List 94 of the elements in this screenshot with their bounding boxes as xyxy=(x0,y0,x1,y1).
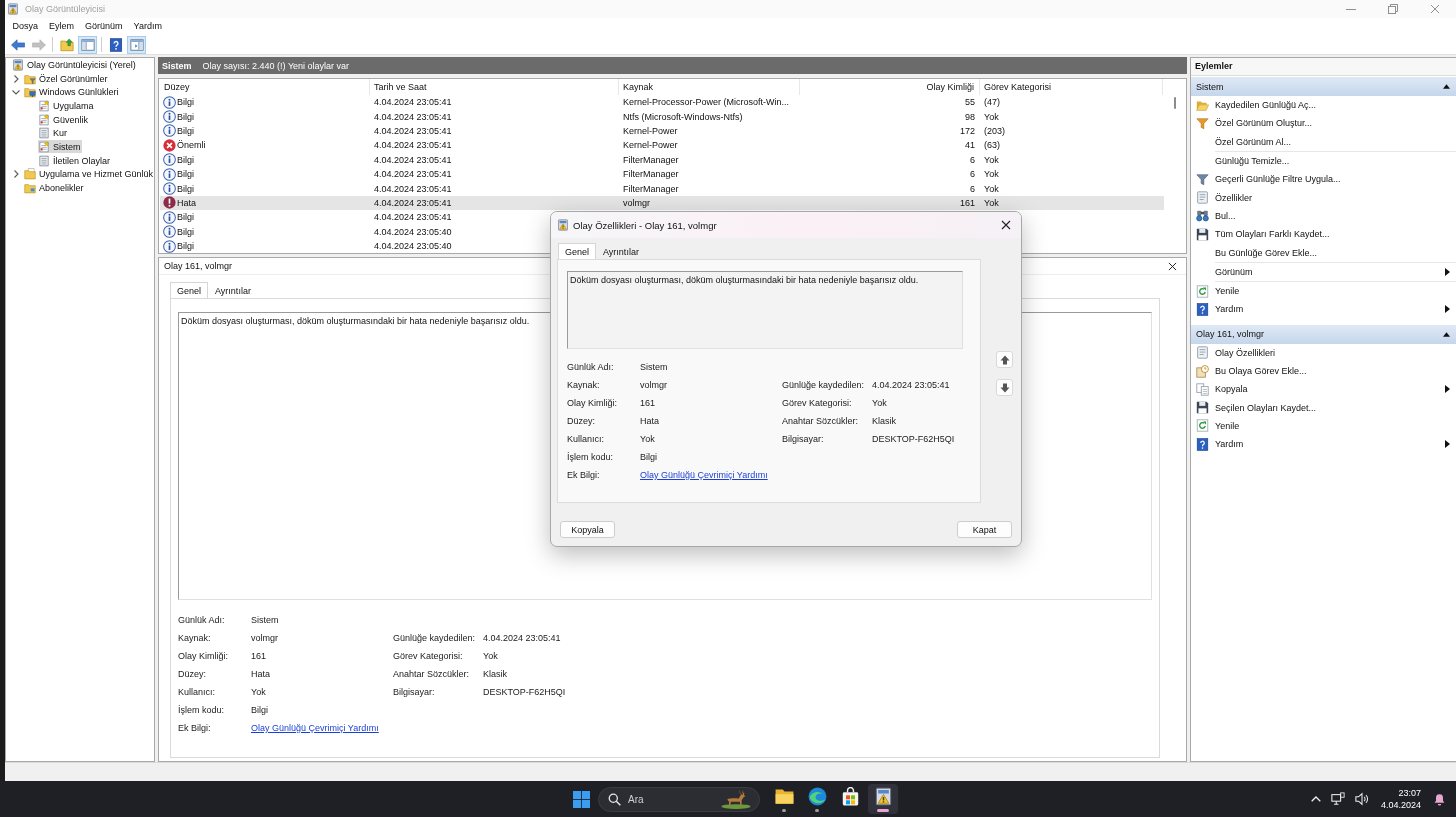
table-cell: FilterManager xyxy=(623,169,679,180)
table-cell: Bilgi xyxy=(177,111,194,122)
field-label: Bilgisayar: xyxy=(782,434,824,444)
field-label: Kaynak: xyxy=(178,633,211,643)
field-value: Hata xyxy=(640,416,659,426)
field-label: Olay Kimliği: xyxy=(567,398,617,408)
table-cell: 4.04.2024 23:05:41 xyxy=(374,183,452,194)
field-label: Günlüğe kaydedilen: xyxy=(393,633,476,643)
table-cell: Yok xyxy=(984,154,999,165)
table-cell: Önemli xyxy=(177,140,206,151)
field-value: volmgr xyxy=(640,380,667,390)
field-label: Anahtar Sözcükler: xyxy=(393,669,470,679)
field-value: Bilgi xyxy=(251,705,268,715)
field-value: Klasik xyxy=(872,416,896,426)
field-value: Yok xyxy=(640,434,655,444)
field-label: Düzey: xyxy=(567,416,595,426)
field-value: DESKTOP-F62H5QI xyxy=(483,687,566,697)
field-label: Kaynak: xyxy=(567,380,600,390)
field-label: İşlem kodu: xyxy=(178,705,225,715)
table-cell: Yok xyxy=(984,183,999,194)
table-cell: FilterManager xyxy=(623,154,679,165)
table-cell: 55 xyxy=(965,97,975,108)
table-cell: Hata xyxy=(177,197,196,208)
window-title: Olay Görüntüleyicisi xyxy=(25,4,107,14)
dialog-title: Olay Özellikleri - Olay 161, volmgr xyxy=(573,219,718,231)
field-label: İşlem kodu: xyxy=(567,452,614,462)
table-cell: 172 xyxy=(959,125,975,136)
field-label: Ek Bilgi: xyxy=(178,723,211,733)
field-label: Ek Bilgi: xyxy=(567,470,600,480)
field-label: Günlük Adı: xyxy=(567,362,614,372)
field-label: Düzey: xyxy=(178,669,206,679)
log-title: Sistem xyxy=(162,60,192,71)
field-label: Kullanıcı: xyxy=(178,687,216,697)
table-cell: Kernel-Power xyxy=(623,140,678,151)
table-cell: 6 xyxy=(970,169,975,180)
field-value: Sistem xyxy=(251,615,279,625)
field-value: 161 xyxy=(251,651,267,661)
table-cell: Bilgi xyxy=(177,154,194,165)
table-cell: Bilgi xyxy=(177,169,194,180)
table-cell: Bilgi xyxy=(177,241,194,252)
table-cell: Ntfs (Microsoft-Windows-Ntfs) xyxy=(623,111,743,122)
table-cell: 6 xyxy=(970,154,975,165)
pane-title: Olay 161, volmgr xyxy=(164,261,234,271)
table-cell: 4.04.2024 23:05:40 xyxy=(374,226,452,237)
table-cell: Yok xyxy=(984,169,999,180)
table-cell: 98 xyxy=(965,111,975,122)
field-label: Günlüğe kaydedilen: xyxy=(782,380,865,390)
table-cell: Bilgi xyxy=(177,226,194,237)
table-cell: 4.04.2024 23:05:41 xyxy=(374,125,452,136)
field-label: Görev Kategorisi: xyxy=(393,651,463,661)
table-cell: Bilgi xyxy=(177,183,194,194)
table-cell: Kernel-Power xyxy=(623,125,678,136)
field-value: volmgr xyxy=(251,633,278,643)
table-cell: 4.04.2024 23:05:41 xyxy=(374,197,452,208)
table-cell: 4.04.2024 23:05:41 xyxy=(374,212,452,223)
field-label: Kullanıcı: xyxy=(567,434,605,444)
table-cell: 41 xyxy=(965,140,975,151)
table-cell: Bilgi xyxy=(177,125,194,136)
table-cell: Yok xyxy=(984,197,999,208)
table-cell: 161 xyxy=(959,197,975,208)
table-cell: 4.04.2024 23:05:41 xyxy=(374,154,452,165)
field-value: Bilgi xyxy=(640,452,657,462)
field-value: Yok xyxy=(872,398,887,408)
field-value: 161 xyxy=(640,398,656,408)
field-value: Yok xyxy=(251,687,266,697)
table-cell: 4.04.2024 23:05:41 xyxy=(374,111,452,122)
table-cell: Bilgi xyxy=(177,212,194,223)
field-value: Yok xyxy=(483,651,498,661)
field-value: Sistem xyxy=(640,362,668,372)
field-label: Görev Kategorisi: xyxy=(782,398,852,408)
table-cell: FilterManager xyxy=(623,183,679,194)
field-label: Anahtar Sözcükler: xyxy=(782,416,859,426)
table-cell: (47) xyxy=(984,97,1000,108)
table-cell: Kernel-Processor-Power (Microsoft-Win... xyxy=(623,97,790,108)
table-cell: volmgr xyxy=(623,197,650,208)
field-value: Hata xyxy=(251,669,270,679)
field-value: Klasik xyxy=(483,669,507,679)
table-cell: Yok xyxy=(984,111,999,122)
field-value: DESKTOP-F62H5QI xyxy=(872,434,955,444)
event-count-text: Olay sayısı: 2.440 (!) Yeni olaylar var xyxy=(202,60,350,71)
field-value: 4.04.2024 23:05:41 xyxy=(483,633,561,643)
table-cell: Bilgi xyxy=(177,97,194,108)
table-cell: 4.04.2024 23:05:41 xyxy=(374,97,452,108)
table-cell: (63) xyxy=(984,140,1000,151)
table-cell: 4.04.2024 23:05:41 xyxy=(374,140,452,151)
table-cell: (203) xyxy=(984,125,1005,136)
table-cell: 4.04.2024 23:05:40 xyxy=(374,241,452,252)
field-value: 4.04.2024 23:05:41 xyxy=(872,380,950,390)
field-label: Günlük Adı: xyxy=(178,615,225,625)
pane-title: Eylemler xyxy=(1191,58,1456,76)
field-label: Olay Kimliği: xyxy=(178,651,228,661)
table-cell: 4.04.2024 23:05:41 xyxy=(374,169,452,180)
table-cell: 6 xyxy=(970,183,975,194)
field-label: Bilgisayar: xyxy=(393,687,435,697)
